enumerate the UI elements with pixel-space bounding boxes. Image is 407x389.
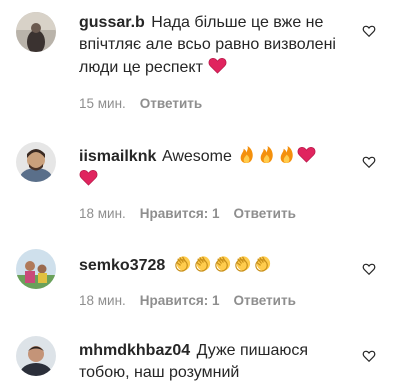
red-heart-emoji-icon (297, 146, 316, 163)
comment-username[interactable]: semko3728 (79, 257, 165, 274)
like-heart-icon[interactable] (362, 349, 376, 363)
comment-time: 15 мин. (79, 96, 126, 111)
comment-username[interactable]: gussar.b (79, 14, 145, 31)
comment-meta: 15 мин. Ответить (79, 96, 202, 111)
fire-emoji-icon (241, 145, 254, 164)
fire-emoji-icon (281, 145, 294, 164)
clapping-hands-emoji-icon (235, 256, 250, 272)
avatar[interactable] (16, 249, 56, 289)
like-heart-icon[interactable] (362, 155, 376, 169)
comment-text: gussar.b Нада більше це вже не впічтляє … (79, 12, 339, 79)
likes-count[interactable]: Нравится: 1 (140, 293, 220, 308)
red-heart-emoji-icon (79, 169, 98, 186)
likes-count[interactable]: Нравится: 1 (140, 206, 220, 221)
comment-text: mhmdkhbaz04 Дуже пишаюся тобою, наш розу… (79, 340, 339, 384)
clapping-hands-emoji-icon (255, 256, 270, 272)
like-heart-icon[interactable] (362, 262, 376, 276)
clapping-hands-emoji-icon (195, 256, 210, 272)
comment-time: 18 мин. (79, 206, 126, 221)
fire-emoji-icon (261, 145, 274, 164)
avatar[interactable] (16, 336, 56, 376)
comment-meta: 18 мин. Нравится: 1 Ответить (79, 293, 296, 308)
comment-time: 18 мин. (79, 293, 126, 308)
clapping-hands-emoji-icon (175, 256, 190, 272)
red-heart-emoji-icon (208, 57, 227, 74)
comment-username[interactable]: iismailknk (79, 148, 156, 165)
comment-text: iismailknk Awesome (79, 145, 339, 191)
clapping-hands-emoji-icon (215, 256, 230, 272)
reply-button[interactable]: Ответить (233, 206, 295, 221)
reply-button[interactable]: Ответить (140, 96, 202, 111)
comment-meta: 18 мин. Нравится: 1 Ответить (79, 206, 296, 221)
avatar[interactable] (16, 142, 56, 182)
like-heart-icon[interactable] (362, 24, 376, 38)
comment-text: semko3728 (79, 254, 339, 277)
avatar[interactable] (16, 12, 56, 52)
reply-button[interactable]: Ответить (233, 293, 295, 308)
comment-message: Awesome (161, 148, 232, 165)
comment-username[interactable]: mhmdkhbaz04 (79, 342, 190, 359)
